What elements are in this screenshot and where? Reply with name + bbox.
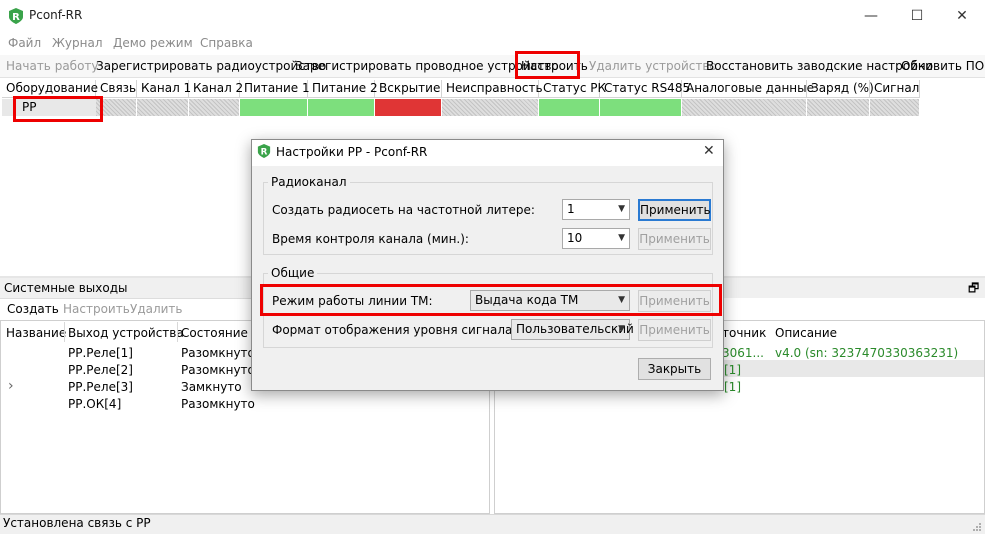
col-fault[interactable]: Неисправность	[442, 80, 543, 97]
col-channel1[interactable]: Канал 1	[137, 80, 191, 97]
chevron-down-icon: ▼	[618, 204, 625, 214]
common-group-label: Общие	[268, 266, 318, 280]
minimize-icon[interactable]: —	[848, 0, 894, 32]
control-time-value: 10	[567, 231, 583, 245]
cell-power1	[240, 99, 308, 116]
col-state[interactable]: Состояние	[181, 326, 248, 340]
cell-charge	[807, 99, 870, 116]
cell-rs485-status	[600, 99, 682, 116]
source-row-3[interactable]: [1]	[724, 380, 741, 394]
output-row-1-state: Разомкнуто	[181, 346, 255, 360]
menu-journal[interactable]: Журнал	[52, 36, 103, 50]
col-tamper[interactable]: Вскрытие	[375, 80, 442, 97]
output-row-3[interactable]: РР.Реле[3]	[68, 380, 133, 394]
dialog-close-icon[interactable]: ✕	[703, 143, 715, 159]
output-row-4-state: Разомкнуто	[181, 397, 255, 411]
chevron-down-icon: ▼	[618, 233, 625, 243]
svg-text:R: R	[12, 12, 20, 23]
apply-signal-format-button[interactable]: Применить	[638, 319, 711, 341]
signal-format-select[interactable]: Пользовательский ▼	[511, 319, 634, 340]
system-outputs-title: Системные выходы	[4, 281, 128, 295]
col-rk-status[interactable]: Статус РК	[539, 80, 606, 97]
register-radio-button[interactable]: Зарегистрировать радиоустройство	[96, 59, 326, 73]
dialog-logo-icon: R	[257, 144, 271, 158]
app-logo-icon: R	[9, 8, 23, 24]
cell-analog	[682, 99, 807, 116]
title-bar	[0, 0, 985, 32]
col-charge[interactable]: Заряд (%)	[807, 80, 874, 97]
float-panel-icon[interactable]: 🗗	[968, 279, 979, 300]
col-signal[interactable]: Сигнал	[870, 80, 920, 97]
frequency-letter-select[interactable]: 1 ▼	[562, 199, 630, 220]
col-divider	[64, 322, 65, 342]
dialog-title: Настройки РР - Pconf-RR	[276, 145, 428, 159]
frequency-letter-value: 1	[567, 202, 575, 216]
col-power1[interactable]: Питание 1	[240, 80, 310, 97]
start-button[interactable]: Начать работу	[6, 59, 99, 73]
menu-file[interactable]: Файл	[8, 36, 41, 50]
cell-fault	[442, 99, 539, 116]
maximize-icon[interactable]: ☐	[894, 0, 940, 32]
delete-device-button[interactable]: Удалить устройство	[589, 59, 717, 73]
col-name[interactable]: Название	[6, 326, 66, 340]
cell-channel1	[137, 99, 189, 116]
highlight-configure	[515, 51, 580, 79]
chevron-down-icon: ▼	[618, 324, 625, 334]
delete-output-button[interactable]: Удалить	[130, 302, 183, 316]
highlight-tm-mode	[260, 284, 722, 316]
apply-frequency-button[interactable]: Применить	[638, 199, 711, 221]
svg-text:R: R	[261, 148, 268, 158]
apply-control-time-button[interactable]: Применить	[638, 228, 711, 250]
restore-defaults-button[interactable]: Восстановить заводские настройки	[706, 59, 933, 73]
signal-format-value: Пользовательский	[516, 322, 634, 336]
col-divider	[177, 322, 178, 342]
col-channel2[interactable]: Канал 2	[189, 80, 243, 97]
signal-format-label: Формат отображения уровня сигнала:	[272, 323, 517, 337]
description-row-1: v4.0 (sn: 3237470330363231)	[775, 346, 959, 360]
update-firmware-button[interactable]: Обновить ПО	[901, 59, 984, 73]
close-icon[interactable]: ✕	[939, 0, 985, 32]
output-row-2[interactable]: РР.Реле[2]	[68, 363, 133, 377]
status-text: Установлена связь с РР	[3, 516, 151, 530]
create-output-button[interactable]: Создать	[7, 302, 59, 316]
control-time-select[interactable]: 10 ▼	[562, 228, 630, 249]
col-device-output[interactable]: Выход устройства	[68, 326, 184, 340]
cell-tamper	[375, 99, 442, 116]
highlight-device-row	[13, 96, 103, 122]
channel-control-time-label: Время контроля канала (мин.):	[272, 232, 469, 246]
cell-signal	[870, 99, 920, 116]
window-title: Pconf-RR	[29, 8, 83, 22]
col-analog[interactable]: Аналоговые данные	[682, 80, 814, 97]
source-row-2[interactable]: [1]	[724, 363, 741, 377]
output-row-2-state: Разомкнуто	[181, 363, 255, 377]
col-source[interactable]: точник	[722, 326, 766, 340]
menu-help[interactable]: Справка	[200, 36, 253, 50]
output-row-3-state: Замкнуто	[181, 380, 242, 394]
col-link[interactable]: Связь	[96, 80, 137, 97]
output-row-4[interactable]: РР.ОК[4]	[68, 397, 121, 411]
cell-power2	[308, 99, 375, 116]
col-description[interactable]: Описание	[775, 326, 837, 340]
header-divider	[2, 97, 920, 98]
cell-channel2	[189, 99, 240, 116]
source-row-1[interactable]: 3061...	[722, 346, 764, 360]
cell-rk-status	[539, 99, 600, 116]
radio-channel-label: Радиоканал	[268, 175, 350, 189]
expand-chevron-icon[interactable]: ›	[8, 379, 14, 393]
close-dialog-button[interactable]: Закрыть	[638, 358, 711, 380]
col-equipment[interactable]: Оборудование	[2, 80, 98, 97]
menu-demo[interactable]: Демо режим	[113, 36, 193, 50]
configure-output-button[interactable]: Настроить	[63, 302, 130, 316]
col-rs485-status[interactable]: Статус RS485	[600, 80, 690, 97]
col-power2[interactable]: Питание 2	[308, 80, 378, 97]
resize-grip-icon[interactable]	[970, 520, 982, 532]
radio-network-label: Создать радиосеть на частотной литере:	[272, 203, 535, 217]
output-row-1[interactable]: РР.Реле[1]	[68, 346, 133, 360]
